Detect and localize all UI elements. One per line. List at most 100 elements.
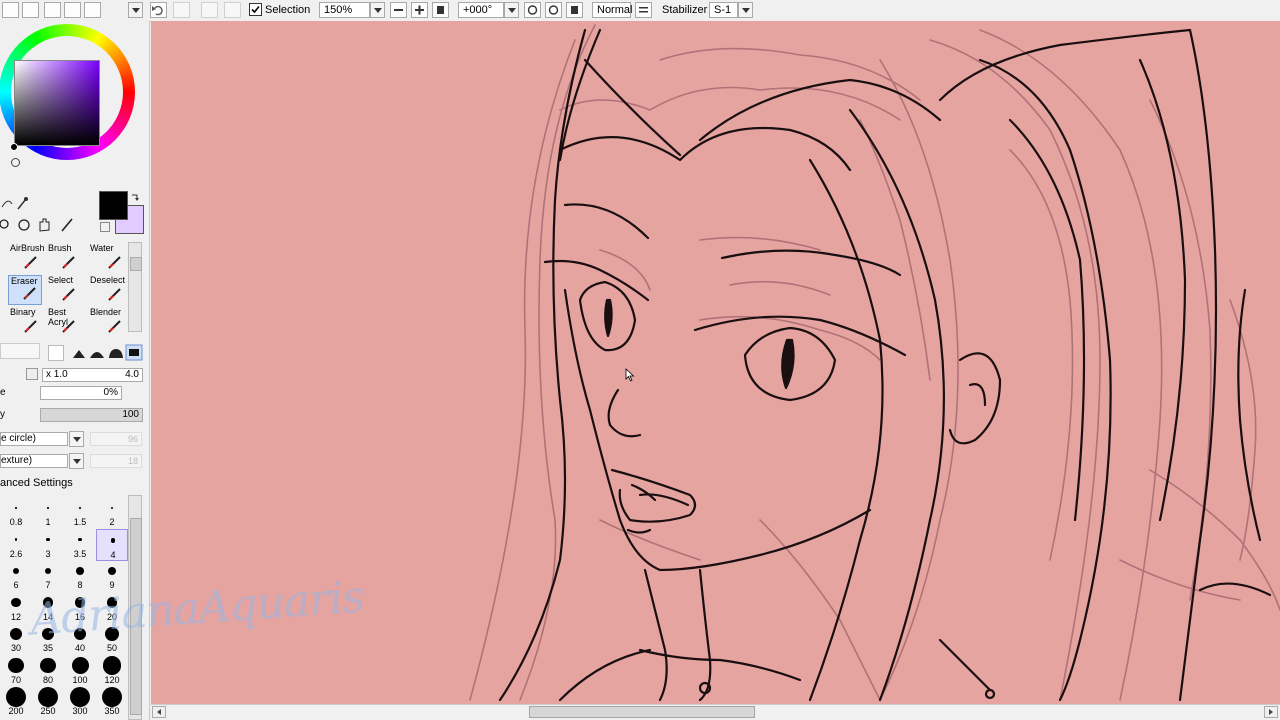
brush-shape-medium-icon[interactable] [90, 352, 104, 358]
stabilizer-dropdown[interactable] [738, 2, 753, 18]
zoom-out-icon[interactable] [390, 2, 407, 18]
brush-size-1[interactable]: 1 [32, 497, 64, 529]
deselect-icon[interactable] [201, 2, 218, 18]
redo-icon[interactable] [173, 2, 190, 18]
brush-size-dot [6, 687, 26, 707]
brush-shape-sharp-icon[interactable] [73, 350, 85, 358]
swap-colors-icon[interactable] [131, 192, 141, 202]
zoom-dropdown[interactable] [370, 2, 385, 18]
brush-size-field[interactable]: x 1.0 4.0 [42, 368, 143, 382]
brush-size-4[interactable]: 4 [96, 528, 128, 561]
tool-blender[interactable]: Blender [88, 307, 126, 337]
tool-select[interactable]: Select [46, 275, 80, 305]
brush-shape-dropdown[interactable] [69, 431, 84, 447]
brush-shape-select[interactable]: e circle) [0, 432, 68, 446]
brush-size-70[interactable]: 70 [0, 655, 32, 687]
brush-size-30[interactable]: 30 [0, 623, 32, 655]
brush-size-120[interactable]: 120 [96, 655, 128, 687]
scroll-right-button[interactable] [1264, 706, 1278, 718]
eyedropper-tool-icon[interactable] [61, 218, 73, 232]
grid-icon[interactable] [64, 2, 81, 18]
view-mode-icon[interactable] [44, 2, 61, 18]
tool-binary[interactable]: Binary [8, 307, 42, 337]
tool-deselect[interactable]: Deselect [88, 275, 126, 305]
rotate-left-icon[interactable] [524, 2, 541, 18]
selection-checkbox[interactable] [249, 3, 262, 16]
brush-size-300[interactable]: 300 [64, 686, 96, 718]
color-picker-marker[interactable] [10, 143, 18, 151]
brush-shape-soft-icon[interactable] [109, 349, 123, 358]
brush-size-label: 0.8 [9, 517, 23, 527]
advanced-settings-toggle[interactable]: anced Settings [0, 477, 73, 489]
primary-color-swatch[interactable] [99, 191, 128, 220]
size-multiplier-dropdown[interactable] [26, 368, 38, 380]
view-mode-icon[interactable] [2, 2, 19, 18]
tool-eraser[interactable]: Eraser [8, 275, 42, 305]
palette-icon[interactable] [84, 2, 101, 18]
min-size-field[interactable]: 0% [40, 386, 122, 400]
brush-size-2[interactable]: 2 [96, 497, 128, 529]
brush-shape-strength[interactable]: 96 [90, 432, 142, 446]
brush-size-dot [11, 597, 21, 608]
tool-label: Water [90, 243, 114, 253]
density-slider[interactable]: 100 [40, 408, 143, 422]
brush-size-label: 250 [40, 706, 56, 716]
tool-brush[interactable]: Brush [46, 243, 80, 273]
tool-water[interactable]: Water [88, 243, 126, 273]
rotate-right-icon[interactable] [545, 2, 562, 18]
tool-best-acryl[interactable]: Best Acryl [46, 307, 80, 337]
brush-size-2.6[interactable]: 2.6 [0, 529, 32, 561]
horizontal-scroll-thumb[interactable] [529, 706, 755, 718]
brush-size-7[interactable]: 7 [32, 560, 64, 592]
tool-list-scrollbar[interactable] [128, 242, 142, 332]
brush-size-3[interactable]: 3 [32, 529, 64, 561]
scroll-left-button[interactable] [152, 706, 166, 718]
brush-size-3.5[interactable]: 3.5 [64, 529, 96, 561]
panel-dropdown[interactable] [128, 2, 143, 18]
brush-texture-strength[interactable]: 18 [90, 454, 142, 468]
zoom-tool-icon[interactable] [0, 219, 9, 229]
brush-texture-select[interactable]: exture) [0, 454, 68, 468]
brush-size-dot [71, 657, 89, 674]
zoom-in-icon[interactable] [411, 2, 428, 18]
brush-size-1.5[interactable]: 1.5 [64, 497, 96, 529]
brush-size-label: 80 [42, 674, 53, 685]
flip-icon[interactable] [635, 2, 652, 18]
brush-size-dot [102, 687, 122, 707]
rotate-tool-icon[interactable] [18, 219, 30, 231]
sketch-lines [469, 24, 1280, 701]
hue-marker[interactable] [11, 158, 20, 167]
brush-size-12[interactable]: 12 [0, 592, 32, 624]
rotation-dropdown[interactable] [504, 2, 519, 18]
brush-size-200[interactable]: 200 [0, 686, 32, 718]
rotate-reset-icon[interactable] [566, 2, 583, 18]
density-value: 100 [122, 409, 139, 420]
brush-size-label: 40 [74, 643, 85, 653]
brush-size-100[interactable]: 100 [64, 655, 96, 687]
brush-size-8[interactable]: 8 [64, 560, 96, 592]
tool-airbrush[interactable]: AirBrush [8, 243, 45, 273]
stabilizer-field[interactable]: S-1 [709, 2, 738, 18]
undo-icon[interactable] [150, 2, 167, 18]
brush-size-250[interactable]: 250 [32, 686, 64, 718]
lasso-tool-icon[interactable] [0, 195, 32, 211]
saturation-value-square[interactable] [14, 60, 100, 146]
reset-colors-icon[interactable] [100, 222, 110, 232]
brush-size-dot [110, 506, 114, 510]
brush-size-dot [107, 566, 117, 576]
hand-tool-icon[interactable] [39, 218, 50, 232]
brush-size-label: 100 [72, 674, 88, 685]
brush-texture-dropdown[interactable] [69, 453, 84, 469]
brush-size-80[interactable]: 80 [32, 655, 64, 687]
blend-mode-field[interactable]: Normal [592, 2, 632, 18]
brush-size-6[interactable]: 6 [0, 560, 32, 592]
brush-shape-none-icon[interactable] [48, 345, 64, 361]
brush-size-dot [46, 537, 50, 542]
brush-size-350[interactable]: 350 [96, 686, 128, 718]
zoom-field[interactable]: 150% [319, 2, 370, 18]
invert-selection-icon[interactable] [224, 2, 241, 18]
view-mode-icon[interactable] [22, 2, 39, 18]
brush-size-0.8[interactable]: 0.8 [0, 497, 32, 529]
zoom-reset-icon[interactable] [432, 2, 449, 18]
rotation-field[interactable]: +000° [458, 2, 504, 18]
